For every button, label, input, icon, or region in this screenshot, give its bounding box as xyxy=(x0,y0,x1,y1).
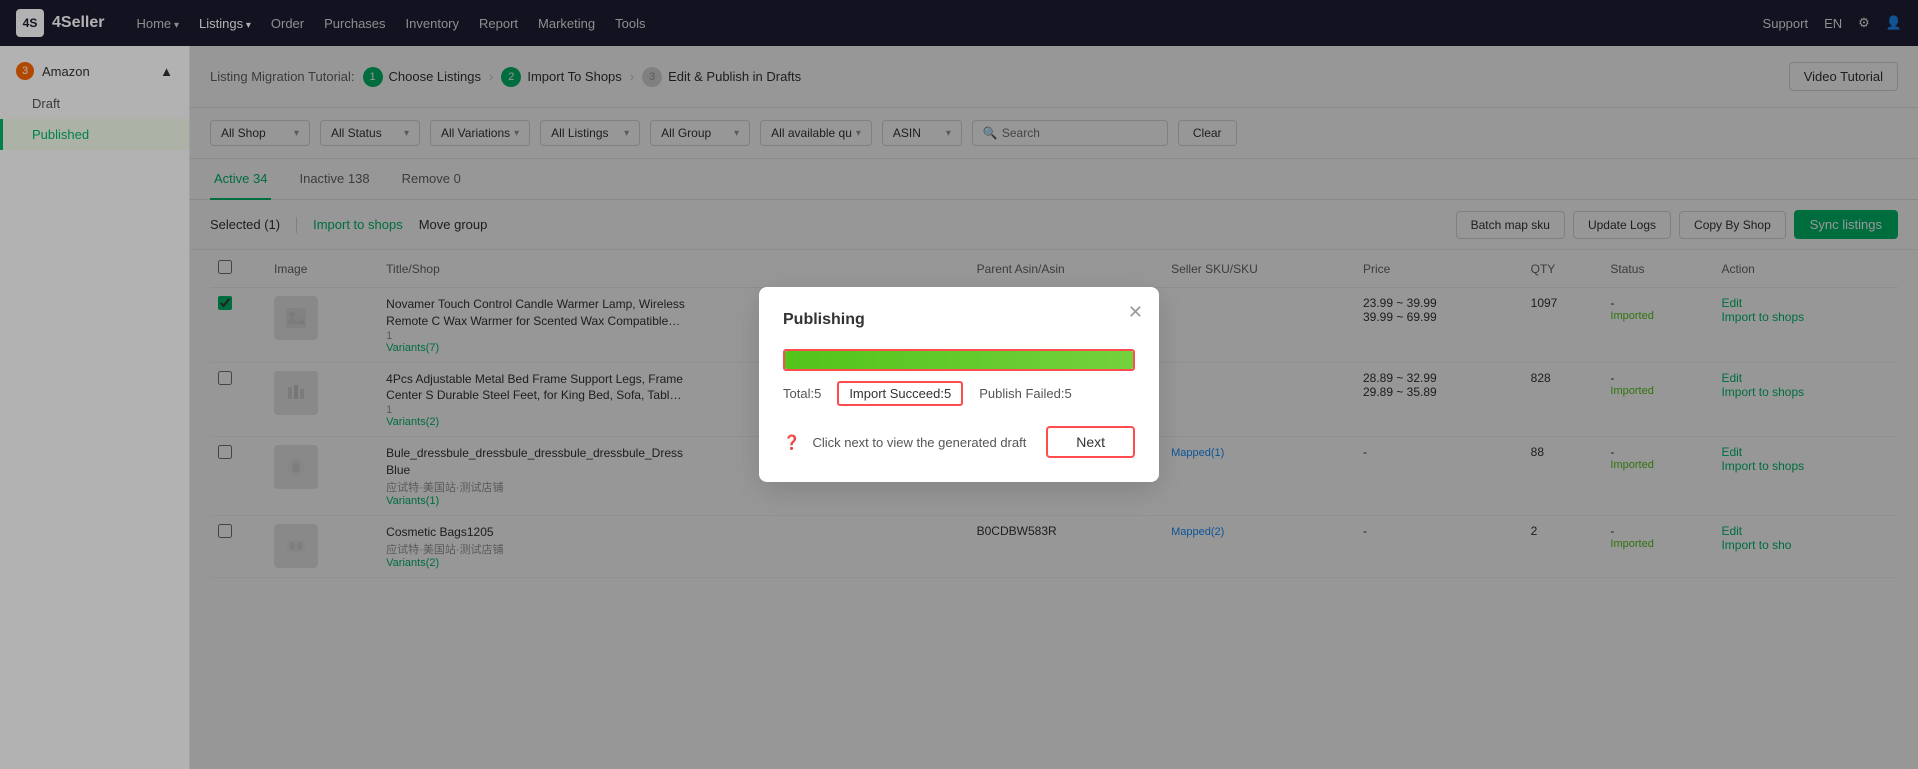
page-layout: 3 Amazon ▲ Draft Published Listing Migra… xyxy=(0,46,1918,769)
next-button[interactable]: Next xyxy=(1046,426,1135,458)
progress-bar-fill xyxy=(785,351,1133,369)
publishing-modal: Publishing ✕ Total:5 Import Succeed:5 Pu… xyxy=(759,287,1159,482)
import-succeed-stat: Import Succeed:5 xyxy=(837,381,963,406)
main-content: Listing Migration Tutorial: 1 Choose Lis… xyxy=(190,46,1918,769)
progress-stats: Total:5 Import Succeed:5 Publish Failed:… xyxy=(783,381,1135,406)
modal-help-text: Click next to view the generated draft xyxy=(812,435,1034,450)
help-icon: ❓ xyxy=(783,434,800,451)
modal-title: Publishing xyxy=(783,311,1135,329)
total-stat: Total:5 xyxy=(783,386,821,401)
modal-close-button[interactable]: ✕ xyxy=(1128,303,1143,321)
progress-bar-container xyxy=(783,349,1135,371)
modal-overlay: Publishing ✕ Total:5 Import Succeed:5 Pu… xyxy=(190,46,1918,769)
modal-footer: ❓ Click next to view the generated draft… xyxy=(783,426,1135,458)
publish-failed-stat: Publish Failed:5 xyxy=(979,386,1072,401)
